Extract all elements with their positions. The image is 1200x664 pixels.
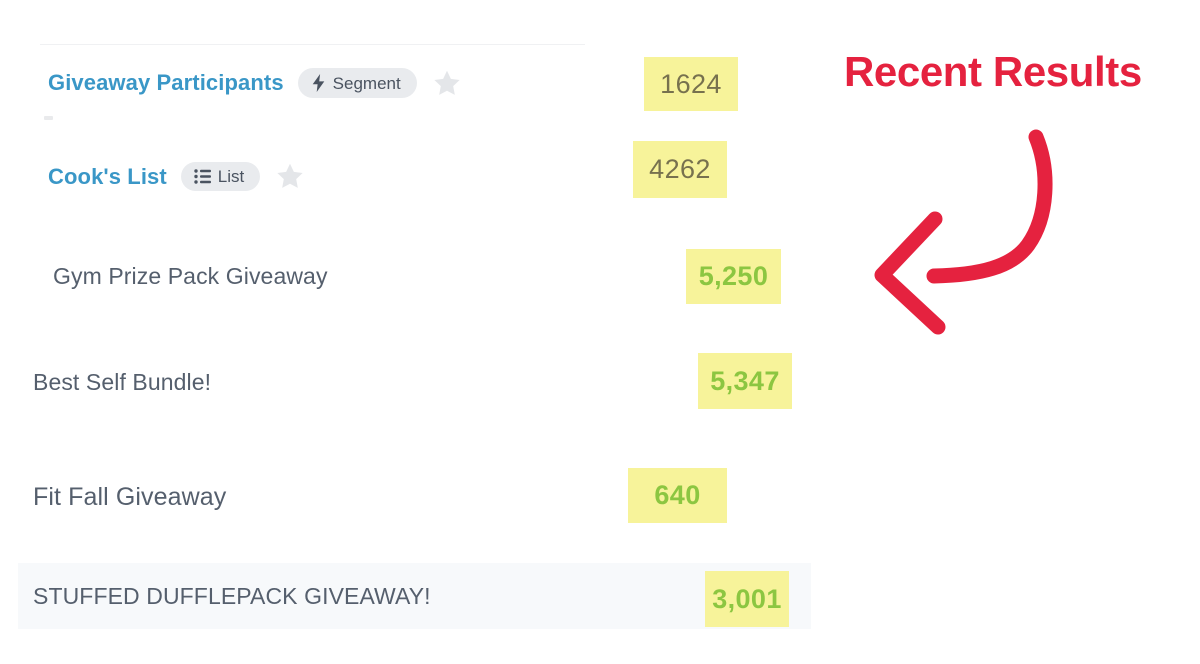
list-item[interactable]: Fit Fall Giveaway [33,483,226,512]
count-highlight: 5,250 [686,249,781,304]
row-label-fit-fall-giveaway: Fit Fall Giveaway [33,483,227,511]
screenshot-root: Giveaway Participants Segment 1624 Cook'… [0,0,1200,664]
row-label-best-self-bundle: Best Self Bundle! [33,369,212,395]
list-item[interactable]: Cook's List List [48,162,304,191]
list-item[interactable]: Giveaway Participants Segment [48,68,461,98]
top-divider [40,44,585,45]
list-item[interactable]: STUFFED DUFFLEPACK GIVEAWAY! [33,583,431,610]
row-label-stuffed-dufflepack-giveaway: STUFFED DUFFLEPACK GIVEAWAY! [33,583,431,609]
count-highlight: 640 [628,468,727,523]
count-highlight: 4262 [633,141,727,198]
lightning-bolt-icon [311,74,326,92]
stray-mark [44,116,53,120]
favorite-star-icon[interactable] [433,70,461,97]
favorite-star-icon[interactable] [276,163,304,190]
annotation-title: Recent Results [844,48,1142,95]
list-item[interactable]: Best Self Bundle! [33,369,211,396]
row-label-cooks-list[interactable]: Cook's List [48,164,167,190]
segment-badge-label: Segment [332,73,401,93]
row-label-gym-prize-pack-giveaway: Gym Prize Pack Giveaway [53,263,328,289]
count-highlight: 3,001 [705,571,789,627]
curved-arrow-left-icon [860,125,1080,335]
count-highlight: 1624 [644,57,738,111]
row-label-giveaway-participants[interactable]: Giveaway Participants [48,70,284,96]
list-badge[interactable]: List [180,162,261,191]
segment-badge[interactable]: Segment [297,68,417,98]
list-badge-label: List [217,167,245,186]
list-item[interactable]: Gym Prize Pack Giveaway [53,263,328,290]
count-highlight: 5,347 [698,353,792,409]
bulleted-list-icon [194,169,211,184]
